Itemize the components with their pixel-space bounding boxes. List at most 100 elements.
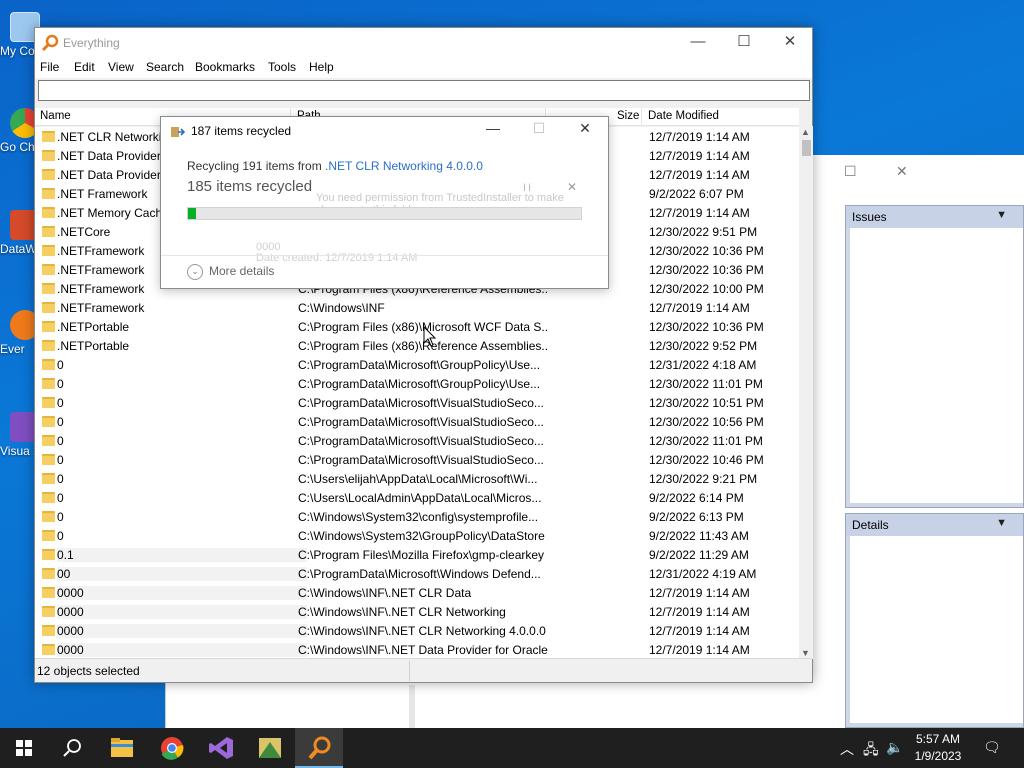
date-modified-cell: 12/7/2019 1:14 AM [649,605,750,619]
vertical-scrollbar[interactable]: ▲ ▼ [799,126,813,659]
close-button[interactable]: ✕ [896,163,908,180]
folder-icon [42,169,55,180]
file-path-cell: C:\Windows\INF\.NET CLR Data [298,586,472,600]
pause-icon[interactable]: II [523,182,533,194]
date-modified-cell: 9/2/2022 11:43 AM [649,529,749,543]
search-button[interactable] [48,728,96,768]
table-row[interactable]: 00 C:\ProgramData\Microsoft\Windows Defen… [35,564,799,583]
table-row[interactable]: 0 C:\ProgramData\Microsoft\GroupPolicy\Us… [35,355,799,374]
file-name-cell: 0 [57,415,64,429]
volume-icon[interactable]: 🔈 [886,739,903,756]
file-path-cell: C:\Program Files\Mozilla Firefox\gmp-cle… [298,548,545,562]
file-name-cell: 0 [57,358,64,372]
table-row[interactable]: .NETFramework C:\Windows\INF 12/7/2019 1:1… [35,298,799,317]
dropdown-arrow-icon[interactable]: ▼ [996,517,1007,529]
folder-icon [42,454,55,465]
dropdown-arrow-icon[interactable]: ▼ [996,209,1007,221]
more-details-label: More details [209,264,275,279]
table-row[interactable]: 0 C:\ProgramData\Microsoft\VisualStudioSe… [35,450,799,469]
clock[interactable]: 5:57 AM 1/9/2023 [902,731,974,765]
chrome-button[interactable] [148,728,196,768]
item-date-fading: Date created: 12/7/2019 1:14 AM [256,252,418,264]
table-row[interactable]: 0 C:\ProgramData\Microsoft\VisualStudioSe… [35,431,799,450]
table-row[interactable]: 0 C:\Users\elijah\AppData\Local\Microsoft… [35,469,799,488]
table-row[interactable]: 0 C:\ProgramData\Microsoft\GroupPolicy\Us… [35,374,799,393]
file-path-cell: C:\ProgramData\Microsoft\GroupPolicy\Use… [298,358,541,372]
date-modified-cell: 12/30/2022 9:52 PM [649,339,758,353]
more-details-button[interactable]: ⌄ More details [187,264,274,280]
start-button[interactable] [0,728,48,768]
file-explorer-button[interactable] [98,728,146,768]
menu-search[interactable]: Search [146,60,184,74]
scroll-down-icon[interactable]: ▼ [801,648,810,658]
file-name-cell: 0000 [57,643,307,657]
folder-icon [42,359,55,370]
minimize-button[interactable]: — [473,120,513,136]
date-modified-cell: 12/31/2022 4:18 AM [649,358,757,372]
file-name-cell: .NETPortable [57,320,130,334]
table-row[interactable]: 0000 C:\Windows\INF\.NET CLR Data 12/7/201… [35,583,799,602]
desktop-icon-label: DataW [0,242,37,256]
maximize-button[interactable]: ☐ [844,163,857,180]
file-name-cell: 0 [57,510,64,524]
magnifier-icon [41,34,59,52]
table-row[interactable]: 0 C:\ProgramData\Microsoft\VisualStudioSe… [35,393,799,412]
date-modified-cell: 12/31/2022 4:19 AM [649,567,757,581]
maximize-button[interactable]: ☐ [519,120,559,137]
file-path-cell: C:\Windows\INF\.NET CLR Networking [298,605,506,619]
source-folder-link[interactable]: .NET CLR Networking 4.0.0.0 [325,159,483,173]
column-date-modified[interactable]: Date Modified [648,110,719,122]
datawarrior-button[interactable] [246,728,294,768]
chevron-up-icon[interactable]: ︿ [840,739,854,759]
column-separator[interactable] [641,108,642,126]
notification-icon[interactable]: 🗨 [983,739,1001,756]
folder-icon [42,150,55,161]
file-path-cell: C:\ProgramData\Microsoft\GroupPolicy\Use… [298,377,541,391]
splitter[interactable] [409,685,415,730]
table-row[interactable]: .NETPortable C:\Program Files (x86)\Refer… [35,336,799,355]
table-row[interactable]: 0 C:\Windows\System32\config\systemprofil… [35,507,799,526]
menu-help[interactable]: Help [309,60,334,74]
column-size[interactable]: Size [617,110,639,122]
menu-view[interactable]: View [108,60,134,74]
table-row[interactable]: 0 C:\Windows\System32\GroupPolicy\DataSto… [35,526,799,545]
date-modified-cell: 12/7/2019 1:14 AM [649,130,750,144]
search-input[interactable] [38,80,810,101]
folder-icon [42,397,55,408]
menu-file[interactable]: File [40,60,59,74]
progress-bar [187,207,582,220]
file-name-cell: .NETPortable [57,339,130,353]
network-icon[interactable]: 🖧 [863,739,879,763]
date-modified-cell: 12/30/2022 11:01 PM [649,377,763,391]
everything-icon [308,736,331,760]
cancel-icon[interactable]: ✕ [567,180,577,194]
table-row[interactable]: .NETPortable C:\Program Files (x86)\Micro… [35,317,799,336]
issues-panel-body [850,228,1023,503]
close-button[interactable]: ✕ [767,32,813,54]
menu-tools[interactable]: Tools [268,60,296,74]
date-modified-cell: 12/7/2019 1:14 AM [649,586,750,600]
scroll-thumb[interactable] [802,140,811,156]
table-row[interactable]: 0000 C:\Windows\INF\.NET CLR Networking 4… [35,621,799,640]
everything-button[interactable] [295,728,343,768]
visual-studio-button[interactable] [197,728,245,768]
table-row[interactable]: 0.1 C:\Program Files\Mozilla Firefox\gmp-… [35,545,799,564]
table-row[interactable]: 0000 C:\Windows\INF\.NET Data Provider fo… [35,640,799,659]
date-modified-cell: 12/30/2022 10:36 PM [649,320,764,334]
table-row[interactable]: 0000 C:\Windows\INF\.NET CLR Networking 12… [35,602,799,621]
table-row[interactable]: 0 C:\Users\LocalAdmin\AppData\Local\Micro… [35,488,799,507]
file-path-cell: C:\ProgramData\Microsoft\VisualStudioSec… [298,453,544,467]
title-bar[interactable]: Everything — ☐ ✕ [35,28,812,58]
menu-edit[interactable]: Edit [74,60,95,74]
table-row[interactable]: 0 C:\ProgramData\Microsoft\VisualStudioSe… [35,412,799,431]
close-button[interactable]: ✕ [565,120,605,137]
minimize-button[interactable]: — [675,32,721,54]
menu-bookmarks[interactable]: Bookmarks [195,60,255,74]
maximize-button[interactable]: ☐ [721,32,767,54]
folder-icon [42,264,55,275]
folder-icon [42,549,55,560]
file-name-cell: 0000 [57,624,307,638]
column-name[interactable]: Name [40,110,71,122]
scroll-up-icon[interactable]: ▲ [801,127,810,137]
status-bar: 12 objects selected [35,658,812,682]
